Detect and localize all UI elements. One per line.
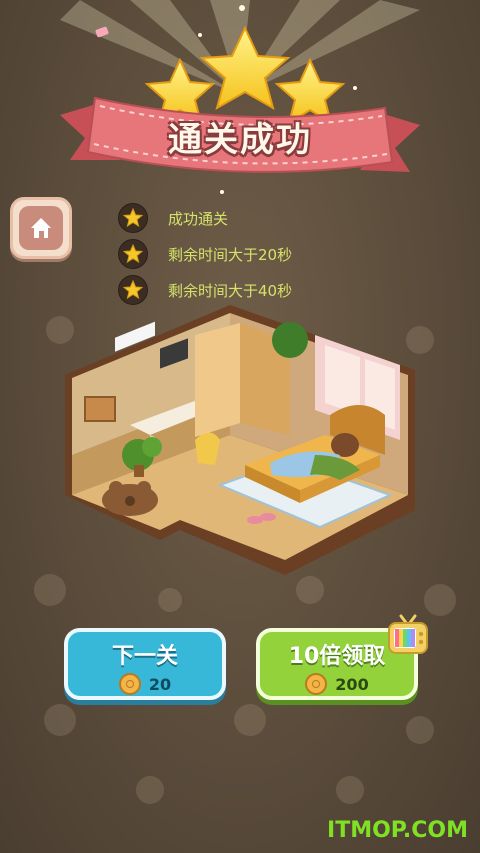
next-level-reward: 20 <box>68 673 222 695</box>
coin-amount: 20 <box>148 674 172 694</box>
home-icon <box>31 218 51 238</box>
room-illustration <box>65 305 415 575</box>
claim-10x-reward: 200 <box>260 673 414 695</box>
objective-item: 剩余时间大于20秒 <box>118 236 292 272</box>
home-button[interactable] <box>10 197 72 259</box>
next-level-button[interactable]: 下一关 20 <box>64 628 226 700</box>
next-level-label: 下一关 <box>111 644 178 669</box>
coin-icon <box>118 673 141 695</box>
objective-text: 成功通关 <box>168 209 229 228</box>
level-complete-title: 通关成功 <box>168 120 312 160</box>
objective-item: 剩余时间大于40秒 <box>118 272 292 308</box>
star-icon <box>118 203 148 233</box>
objective-text: 剩余时间大于40秒 <box>168 281 293 300</box>
star-icon <box>118 239 148 269</box>
objectives-list: 成功通关 剩余时间大于20秒 剩余时间大于40秒 <box>118 200 292 308</box>
coin-icon <box>305 673 328 695</box>
coin-amount: 200 <box>335 674 369 694</box>
objective-item: 成功通关 <box>118 200 292 236</box>
watermark: ITMOP.COM <box>327 818 468 843</box>
star-icon <box>118 275 148 305</box>
video-ad-icon <box>388 614 428 654</box>
objective-text: 剩余时间大于20秒 <box>168 245 293 264</box>
